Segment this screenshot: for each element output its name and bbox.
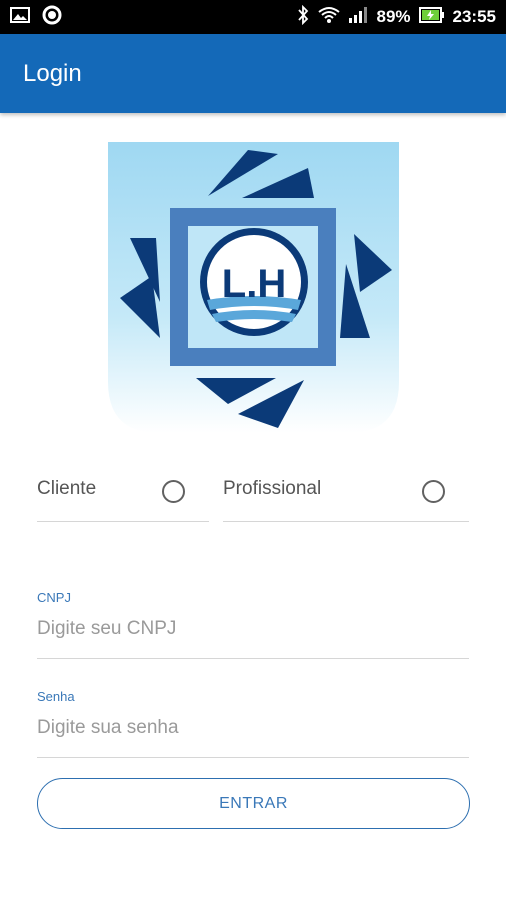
cnpj-input[interactable] [37,618,469,640]
radio-button-cliente[interactable] [162,480,185,503]
bluetooth-icon [296,4,310,30]
status-bar: 89% 23:55 [0,0,506,34]
cnpj-field: CNPJ [37,590,469,659]
battery-charging-icon [418,6,445,28]
login-button-label: ENTRAR [219,794,288,812]
logo-text: L.H [222,262,286,306]
company-logo: L.H [108,142,399,433]
radio-label-cliente: Cliente [37,478,97,499]
radio-option-profissional[interactable]: Profissional [223,470,469,522]
radio-option-cliente[interactable]: Cliente [37,470,209,522]
battery-percent: 89% [376,7,411,26]
page-title: Login [23,59,82,87]
circle-notification-icon [42,5,62,30]
radio-button-profissional[interactable] [422,480,445,503]
radio-label-profissional: Profissional [223,478,322,499]
password-label: Senha [37,689,75,704]
gallery-icon [10,6,30,28]
app-bar: Login [0,34,506,113]
signal-icon [348,6,368,29]
password-input[interactable] [37,717,469,739]
password-field: Senha [37,689,469,758]
cnpj-label: CNPJ [37,590,71,605]
wifi-icon [318,6,341,29]
login-button[interactable]: ENTRAR [37,778,470,829]
clock: 23:55 [452,7,496,26]
